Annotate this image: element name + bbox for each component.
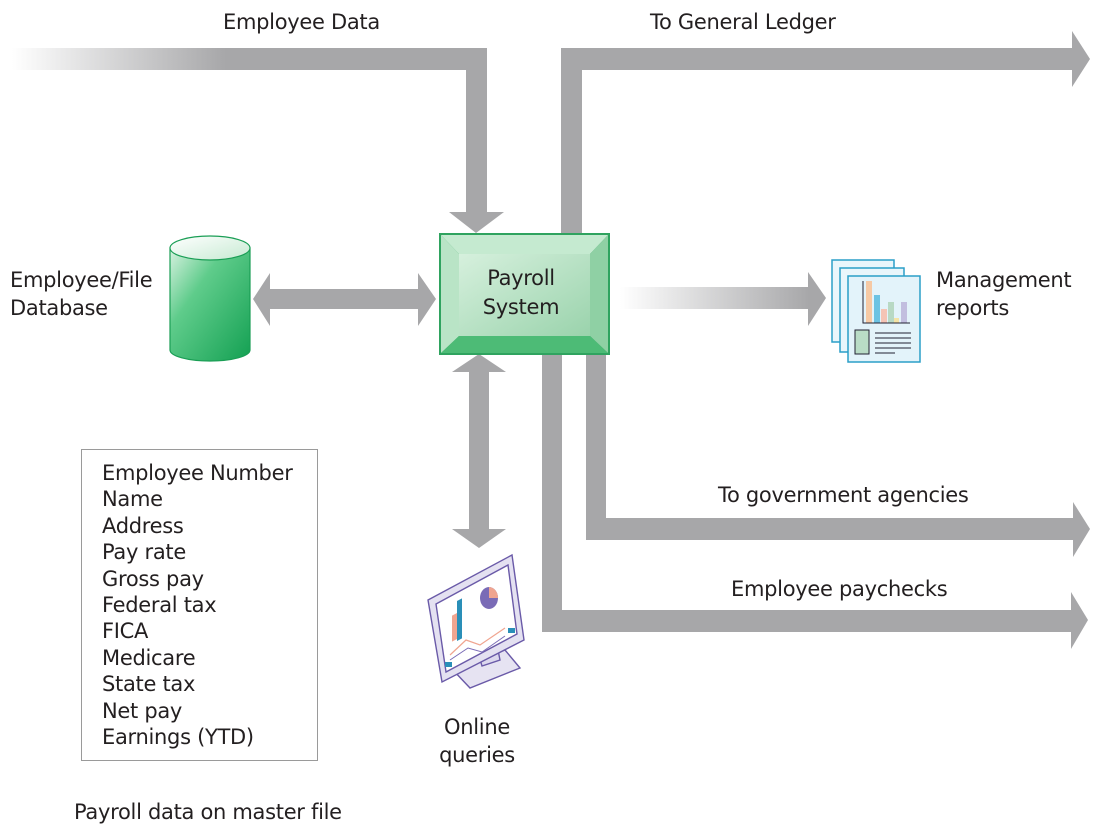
master-file-field: Federal tax — [102, 593, 217, 618]
payroll-system-label-line1: Payroll — [487, 266, 555, 290]
employee-data-arrow — [12, 48, 504, 233]
master-file-field: Medicare — [102, 645, 196, 670]
general-ledger-arrow — [561, 31, 1090, 234]
payroll-system-label: Payroll System — [458, 264, 584, 322]
general-ledger-label: To General Ledger — [650, 10, 836, 34]
master-file-field: Pay rate — [102, 540, 186, 565]
online-queries-label-line1: Online — [444, 715, 510, 739]
government-agencies-arrow — [586, 355, 1090, 557]
government-agencies-label: To government agencies — [718, 483, 969, 507]
master-file-field: Gross pay — [102, 566, 204, 591]
master-file-field: FICA — [102, 619, 149, 644]
employee-data-label: Employee Data — [223, 10, 380, 34]
database-cylinder-icon — [169, 235, 251, 362]
employee-paychecks-label: Employee paychecks — [731, 577, 948, 601]
master-file-fields-box: Employee Number Name Address Pay rate Gr… — [81, 449, 318, 761]
database-payroll-double-arrow — [253, 273, 436, 326]
online-queries-double-arrow — [452, 354, 506, 548]
management-reports-arrow — [620, 272, 826, 326]
master-file-field: State tax — [102, 672, 196, 697]
master-file-field: Name — [102, 487, 163, 512]
management-reports-label-line2: reports — [936, 296, 1009, 320]
master-file-fields-list: Employee Number Name Address Pay rate Gr… — [102, 460, 293, 750]
master-file-field: Address — [102, 513, 184, 538]
management-reports-label-line1: Management — [936, 268, 1072, 292]
reports-document-icon — [831, 259, 921, 363]
master-file-field: Net pay — [102, 698, 183, 723]
online-queries-label-line2: queries — [439, 743, 515, 767]
database-label-line1: Employee/File — [10, 268, 153, 292]
master-file-field: Earnings (YTD) — [102, 725, 254, 750]
master-file-caption: Payroll data on master file — [74, 800, 342, 824]
monitor-icon — [427, 553, 525, 689]
database-label-line2: Database — [10, 296, 108, 320]
payroll-system-label-line2: System — [482, 295, 560, 319]
master-file-field: Employee Number — [102, 461, 293, 485]
